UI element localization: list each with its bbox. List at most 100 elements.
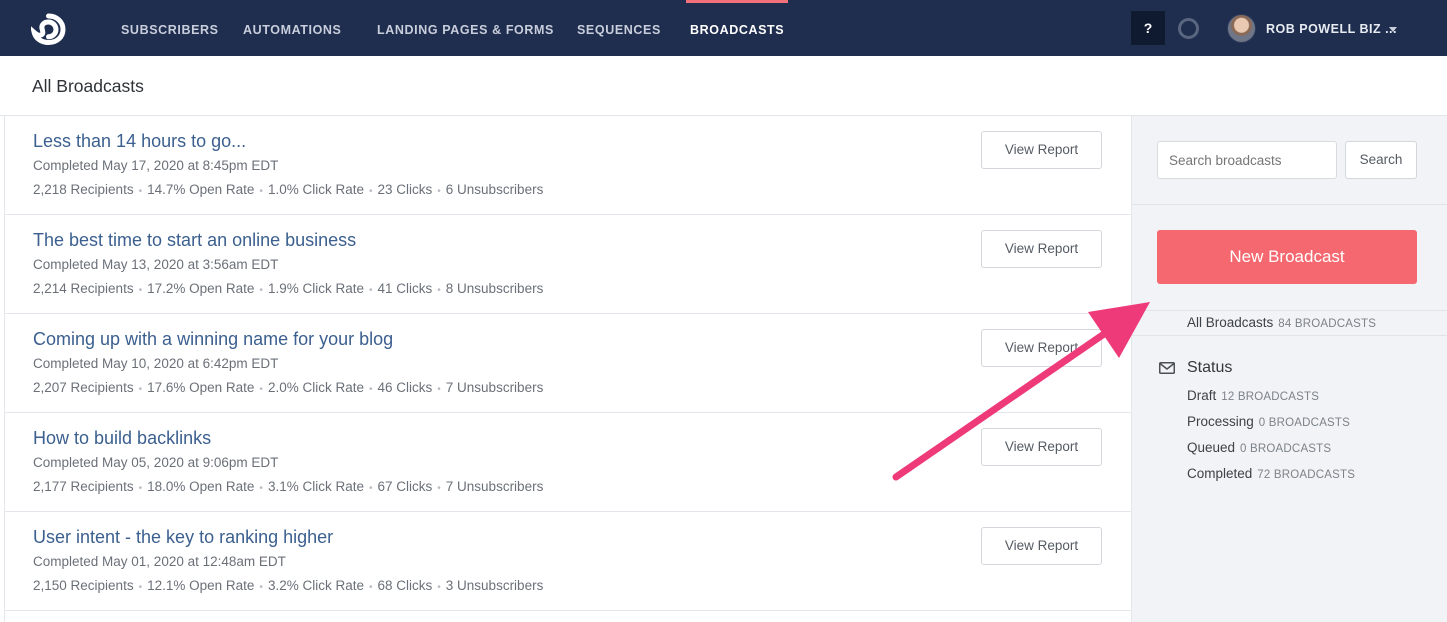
separator-dot: •	[138, 384, 143, 395]
broadcast-row: How to build backlinks Completed May 05,…	[5, 413, 1132, 512]
stat-click-rate: 1.0% Click Rate	[267, 182, 364, 197]
filter-all-broadcasts[interactable]: All Broadcasts 84 BROADCASTS	[1132, 310, 1447, 336]
separator-dot: •	[437, 384, 441, 395]
broadcast-title-link[interactable]: User intent - the key to ranking higher	[33, 527, 333, 548]
stat-clicks: 41 Clicks	[377, 281, 433, 296]
status-count: 12 BROADCASTS	[1221, 391, 1320, 403]
status-count: 0 BROADCASTS	[1240, 443, 1332, 455]
view-report-button[interactable]: View Report	[981, 428, 1102, 466]
status-label: Draft	[1187, 388, 1217, 403]
filter-label: All Broadcasts 84 BROADCASTS	[1187, 315, 1376, 330]
broadcast-stats: 2,150 Recipients • 12.1% Open Rate • 3.2% Cl…	[33, 578, 543, 593]
status-heading: Status	[1187, 359, 1233, 376]
chevron-down-icon[interactable]	[1389, 27, 1397, 32]
new-broadcast-button[interactable]: New Broadcast	[1157, 230, 1417, 284]
stat-open-rate: 12.1% Open Rate	[147, 578, 255, 593]
separator-dot: •	[368, 582, 373, 593]
separator-dot: •	[437, 582, 441, 593]
stat-unsubscribers: 3 Unsubscribers	[445, 578, 544, 593]
separator-dot: •	[259, 582, 263, 593]
help-button[interactable]: ?	[1131, 11, 1165, 45]
stat-open-rate: 14.7% Open Rate	[147, 182, 255, 197]
separator-dot: •	[259, 285, 263, 296]
separator-dot: •	[138, 285, 143, 296]
stat-unsubscribers: 7 Unsubscribers	[445, 380, 544, 395]
separator-dot: •	[368, 384, 373, 395]
broadcast-title-link[interactable]: The best time to start an online busines…	[33, 230, 356, 251]
filter-status-draft[interactable]: Draft 12 BROADCASTS	[1187, 388, 1319, 403]
top-navbar: SUBSCRIBERS AUTOMATIONS LANDING PAGES & …	[0, 0, 1447, 56]
broadcast-completed-date: Completed May 05, 2020 at 9:06pm EDT	[33, 455, 279, 470]
page-title: All Broadcasts	[32, 76, 144, 96]
view-report-button[interactable]: View Report	[981, 527, 1102, 565]
broadcast-completed-date: Completed May 13, 2020 at 3:56am EDT	[33, 257, 279, 272]
filter-status-completed[interactable]: Completed 72 BROADCASTS	[1187, 466, 1355, 481]
envelope-icon	[1159, 362, 1175, 374]
broadcast-completed-date: Completed May 01, 2020 at 12:48am EDT	[33, 554, 286, 569]
status-label: Processing	[1187, 414, 1254, 429]
stat-unsubscribers: 7 Unsubscribers	[445, 479, 544, 494]
broadcast-completed-date: Completed May 17, 2020 at 8:45pm EDT	[33, 158, 279, 173]
stat-clicks: 67 Clicks	[377, 479, 433, 494]
filter-all-label: All Broadcasts	[1187, 315, 1274, 330]
broadcast-stats: 2,218 Recipients • 14.7% Open Rate • 1.0% Cl…	[33, 182, 543, 197]
separator-dot: •	[138, 582, 143, 593]
separator-dot: •	[259, 384, 263, 395]
stat-recipients: 2,177 Recipients	[33, 479, 134, 494]
stat-open-rate: 18.0% Open Rate	[147, 479, 255, 494]
nav-broadcasts[interactable]: BROADCASTS	[685, 0, 789, 56]
separator-dot: •	[368, 186, 373, 197]
separator-dot: •	[368, 285, 373, 296]
stat-open-rate: 17.6% Open Rate	[147, 380, 255, 395]
broadcast-stats: 2,177 Recipients • 18.0% Open Rate • 3.1% Cl…	[33, 479, 543, 494]
broadcast-stats: 2,207 Recipients • 17.6% Open Rate • 2.0% Cl…	[33, 380, 543, 395]
stat-click-rate: 3.2% Click Rate	[267, 578, 364, 593]
broadcast-row: Coming up with a winning name for your b…	[5, 314, 1132, 413]
stat-clicks: 23 Clicks	[377, 182, 433, 197]
separator-dot: •	[138, 186, 143, 197]
broadcast-list: Less than 14 hours to go... Completed Ma…	[4, 116, 1132, 622]
search-button[interactable]: Search	[1345, 141, 1417, 179]
view-report-button[interactable]: View Report	[981, 329, 1102, 367]
separator-dot: •	[138, 483, 143, 494]
view-report-button[interactable]: View Report	[981, 131, 1102, 169]
filter-all-count: 84 BROADCASTS	[1278, 318, 1377, 330]
search-input[interactable]	[1157, 141, 1337, 179]
account-menu-label[interactable]: ROB POWELL BIZ ...	[1266, 0, 1397, 56]
status-count: 72 BROADCASTS	[1257, 469, 1356, 481]
broadcast-title-link[interactable]: How to build backlinks	[33, 428, 211, 449]
stat-recipients: 2,207 Recipients	[33, 380, 134, 395]
broadcast-sidebar: Search New Broadcast All Broadcasts 84 BR…	[1131, 116, 1447, 622]
loading-ring-icon	[1178, 18, 1199, 39]
nav-automations[interactable]: AUTOMATIONS	[243, 0, 342, 56]
stat-clicks: 68 Clicks	[377, 578, 433, 593]
separator-dot: •	[259, 186, 263, 197]
broadcast-row: Less than 14 hours to go... Completed Ma…	[5, 116, 1132, 215]
nav-landing-pages-forms[interactable]: LANDING PAGES & FORMS	[377, 0, 554, 56]
separator-dot: •	[259, 483, 263, 494]
filter-status-processing[interactable]: Processing 0 BROADCASTS	[1187, 414, 1350, 429]
avatar[interactable]	[1227, 14, 1256, 43]
separator-dot: •	[437, 285, 441, 296]
stat-click-rate: 1.9% Click Rate	[267, 281, 364, 296]
stat-recipients: 2,150 Recipients	[33, 578, 134, 593]
nav-subscribers[interactable]: SUBSCRIBERS	[121, 0, 219, 56]
broadcast-completed-date: Completed May 10, 2020 at 6:42pm EDT	[33, 356, 279, 371]
status-count: 0 BROADCASTS	[1258, 417, 1351, 429]
nav-sequences[interactable]: SEQUENCES	[577, 0, 661, 56]
stat-clicks: 46 Clicks	[377, 380, 433, 395]
status-label: Completed	[1187, 466, 1253, 481]
view-report-button[interactable]: View Report	[981, 230, 1102, 268]
broadcast-title-link[interactable]: Less than 14 hours to go...	[33, 131, 246, 152]
stat-click-rate: 2.0% Click Rate	[267, 380, 364, 395]
broadcast-title-link[interactable]: Coming up with a winning name for your b…	[33, 329, 393, 350]
stat-recipients: 2,218 Recipients	[33, 182, 134, 197]
separator-dot: •	[437, 483, 441, 494]
status-label: Queued	[1187, 440, 1236, 455]
separator-dot: •	[437, 186, 441, 197]
stat-click-rate: 3.1% Click Rate	[267, 479, 364, 494]
convertkit-logo-icon[interactable]	[31, 13, 66, 45]
stat-recipients: 2,214 Recipients	[33, 281, 134, 296]
broadcast-stats: 2,214 Recipients • 17.2% Open Rate • 1.9% Cl…	[33, 281, 543, 296]
filter-status-queued[interactable]: Queued 0 BROADCASTS	[1187, 440, 1331, 455]
